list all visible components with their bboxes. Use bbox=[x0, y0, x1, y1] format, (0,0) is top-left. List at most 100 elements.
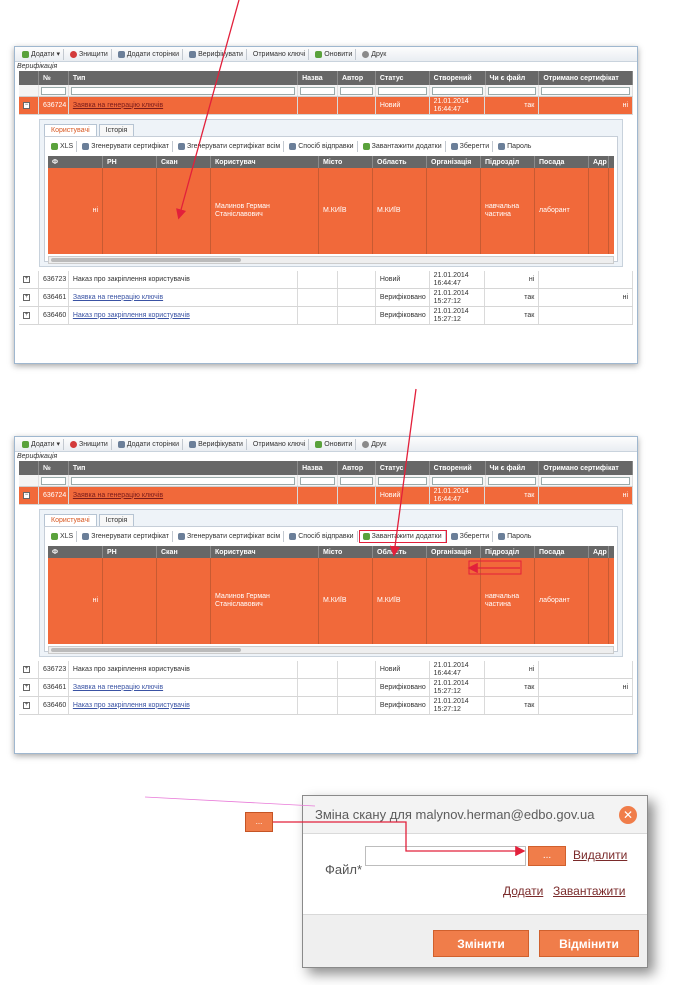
filter-created-input[interactable] bbox=[431, 87, 483, 95]
refresh-button[interactable]: Оновити bbox=[312, 438, 357, 450]
filter-status-input[interactable] bbox=[377, 87, 427, 95]
verify-icon bbox=[189, 440, 197, 448]
filter-status-input[interactable] bbox=[377, 477, 427, 485]
save-button[interactable]: Зберегти bbox=[448, 531, 494, 542]
request-link[interactable]: Наказ про закріплення користувачів bbox=[73, 312, 190, 320]
send-method-button[interactable]: Спосіб відправки bbox=[286, 141, 358, 152]
filter-number-input[interactable] bbox=[40, 87, 66, 95]
request-link[interactable]: Заявка на генерацію ключів bbox=[73, 492, 163, 500]
send-method-button[interactable]: Спосіб відправки bbox=[286, 531, 358, 542]
col-name[interactable]: Назва bbox=[298, 71, 338, 85]
excel-icon bbox=[51, 143, 58, 150]
table-row[interactable]: +636723 Наказ про закріплення користувачі… bbox=[19, 661, 633, 679]
filter-number-input[interactable] bbox=[40, 477, 66, 485]
filter-file-input[interactable] bbox=[487, 477, 537, 485]
tab-users[interactable]: Користувачі bbox=[44, 514, 97, 526]
remove-link[interactable]: Видалити bbox=[573, 848, 627, 862]
table-row[interactable]: +636461 Заявка на генерацію ключів Верифік… bbox=[19, 289, 633, 307]
filter-cert-input[interactable] bbox=[541, 87, 631, 95]
table-row[interactable]: +636461 Заявка на генерацію ключів Верифік… bbox=[19, 679, 633, 697]
table-row-selected[interactable]: − 636724 Заявка на генерацію ключів Нови… bbox=[19, 487, 633, 505]
table-row[interactable]: +636460 Наказ про закріплення користувачі… bbox=[19, 307, 633, 325]
verify-button[interactable]: Верифікувати bbox=[186, 48, 247, 60]
filter-name-input[interactable] bbox=[300, 87, 335, 95]
download-attachments-button[interactable]: Завантажити додатки bbox=[360, 141, 446, 152]
filter-name-input[interactable] bbox=[300, 477, 335, 485]
filter-type-input[interactable] bbox=[70, 477, 296, 485]
download-link[interactable]: Завантажити bbox=[553, 884, 625, 898]
add-button[interactable]: Додати ▾ bbox=[19, 438, 65, 450]
table-row-selected[interactable]: − 636724 Заявка на генерацію ключів Нови… bbox=[19, 97, 633, 115]
col-status[interactable]: Статус bbox=[376, 71, 430, 85]
collapse-icon[interactable]: − bbox=[23, 492, 30, 499]
table-row[interactable]: +636460 Наказ про закріплення користувачі… bbox=[19, 697, 633, 715]
download-icon bbox=[362, 143, 370, 150]
col-created[interactable]: Створений bbox=[430, 71, 486, 85]
generate-cert-all-button[interactable]: Згенерувати сертифікат всім bbox=[175, 531, 285, 542]
request-link[interactable]: Заявка на генерацію ключів bbox=[73, 294, 163, 302]
scan-cell[interactable] bbox=[157, 558, 211, 644]
generate-cert-button[interactable]: Згенерувати сертифікат bbox=[79, 531, 173, 542]
delete-button[interactable]: Знищити bbox=[67, 438, 112, 450]
print-button[interactable]: Друк bbox=[359, 49, 389, 60]
col-author[interactable]: Автор bbox=[338, 71, 376, 85]
add-pages-button[interactable]: Додати сторінки bbox=[115, 438, 184, 450]
change-button[interactable]: Змінити bbox=[433, 930, 529, 957]
refresh-button[interactable]: Оновити bbox=[312, 48, 357, 60]
horizontal-scrollbar[interactable] bbox=[48, 646, 614, 654]
chevron-down-icon: ▾ bbox=[56, 51, 61, 58]
xls-button[interactable]: XLS bbox=[48, 531, 78, 542]
add-pages-button[interactable]: Додати сторінки bbox=[115, 48, 184, 60]
generate-cert-all-button[interactable]: Згенерувати сертифікат всім bbox=[175, 141, 285, 152]
expand-icon[interactable]: + bbox=[23, 312, 30, 319]
close-icon[interactable]: ✕ bbox=[619, 806, 637, 824]
download-attachments-button[interactable]: Завантажити додатки bbox=[358, 530, 447, 543]
expand-icon[interactable]: + bbox=[23, 666, 30, 673]
scan-cell[interactable] bbox=[157, 168, 211, 254]
tab-users[interactable]: Користувачі bbox=[44, 124, 97, 136]
users-row[interactable]: ні Малинов Герман Станіславович М.КИЇВ М… bbox=[48, 558, 614, 644]
expand-icon[interactable]: + bbox=[23, 684, 30, 691]
tab-history[interactable]: Історія bbox=[98, 124, 135, 136]
password-button[interactable]: Пароль bbox=[495, 141, 534, 152]
expand-icon[interactable]: + bbox=[23, 276, 30, 283]
users-row[interactable]: ні Малинов Герман Станіславович М.КИЇВ М… bbox=[48, 168, 614, 254]
filter-file-input[interactable] bbox=[487, 87, 537, 95]
collapse-icon[interactable]: − bbox=[23, 102, 30, 109]
col-type[interactable]: Тип bbox=[69, 71, 299, 85]
generate-cert-button[interactable]: Згенерувати сертифікат bbox=[79, 141, 173, 152]
add-button[interactable]: Додати ▾ bbox=[19, 48, 65, 60]
request-link[interactable]: Заявка на генерацію ключів bbox=[73, 102, 163, 110]
horizontal-scrollbar[interactable] bbox=[48, 256, 614, 264]
cert-icon bbox=[82, 533, 90, 540]
delete-button[interactable]: Знищити bbox=[67, 48, 112, 60]
filter-cert-input[interactable] bbox=[541, 477, 631, 485]
browse-button[interactable]: ... bbox=[528, 846, 566, 866]
cancel-button[interactable]: Відмінити bbox=[539, 930, 639, 957]
col-number[interactable]: № bbox=[39, 71, 69, 85]
filter-author-input[interactable] bbox=[339, 477, 373, 485]
keys-received-button[interactable]: Отримано ключі bbox=[250, 48, 310, 60]
request-link[interactable]: Наказ про закріплення користувачів bbox=[73, 702, 190, 710]
col-has-file[interactable]: Чи є файл bbox=[486, 71, 540, 85]
expand-icon[interactable]: + bbox=[23, 702, 30, 709]
request-link[interactable]: Заявка на генерацію ключів bbox=[73, 684, 163, 692]
save-button[interactable]: Зберегти bbox=[448, 141, 494, 152]
col-cert[interactable]: Отримано сертифікат bbox=[539, 71, 634, 85]
detail-panel: Користувачі Історія XLS Згенерувати серт… bbox=[39, 509, 623, 657]
file-input[interactable] bbox=[365, 846, 526, 866]
filter-row bbox=[19, 475, 634, 487]
filter-type-input[interactable] bbox=[70, 87, 296, 95]
filter-author-input[interactable] bbox=[339, 87, 373, 95]
expand-icon[interactable]: + bbox=[23, 294, 30, 301]
filter-created-input[interactable] bbox=[431, 477, 483, 485]
keys-received-button[interactable]: Отримано ключі bbox=[250, 438, 310, 450]
tab-history[interactable]: Історія bbox=[98, 514, 135, 526]
table-row[interactable]: +636723 Наказ про закріплення користувачі… bbox=[19, 271, 633, 289]
xls-button[interactable]: XLS bbox=[48, 141, 78, 152]
cert-icon bbox=[82, 143, 90, 150]
verify-button[interactable]: Верифікувати bbox=[186, 438, 247, 450]
add-link[interactable]: Додати bbox=[503, 884, 543, 898]
password-button[interactable]: Пароль bbox=[495, 531, 534, 542]
print-button[interactable]: Друк bbox=[359, 439, 389, 450]
